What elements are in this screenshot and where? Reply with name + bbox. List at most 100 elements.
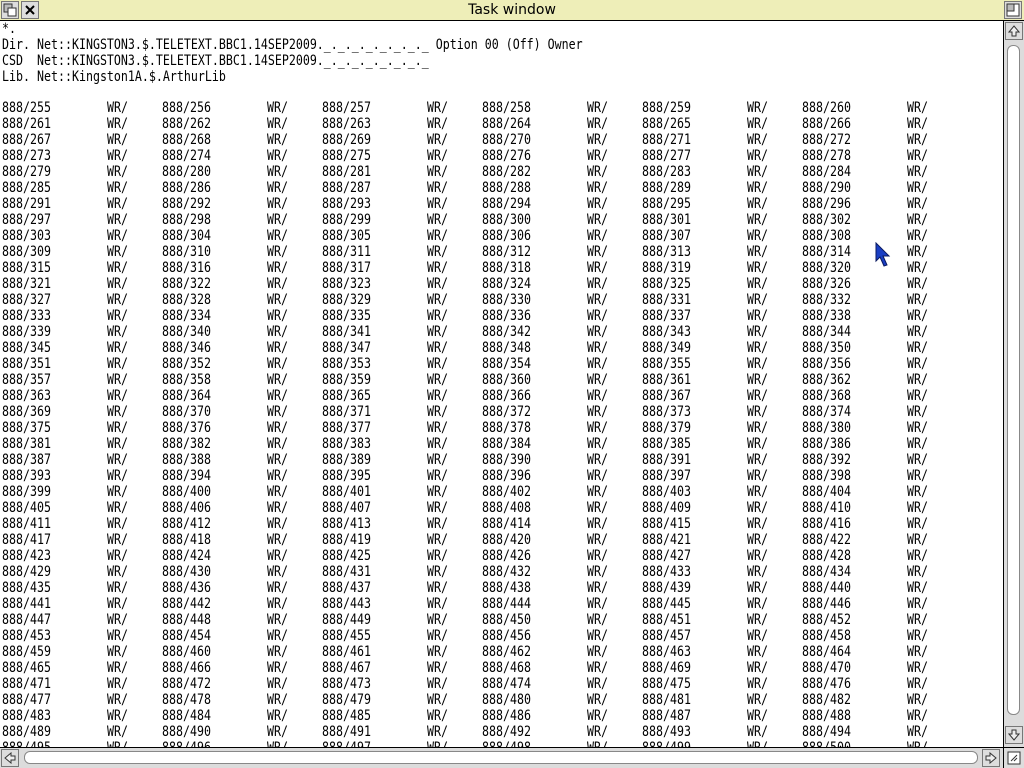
- file-access: WR/: [907, 692, 928, 708]
- file-access: WR/: [427, 180, 448, 196]
- file-access: WR/: [907, 484, 928, 500]
- file-name: 888/419: [322, 532, 371, 548]
- vertical-scrollbar[interactable]: [1003, 21, 1024, 747]
- file-access: WR/: [107, 564, 128, 580]
- file-name: 888/491: [322, 724, 371, 740]
- file-access: WR/: [267, 516, 288, 532]
- file-name: 888/443: [322, 596, 371, 612]
- file-access: WR/: [107, 356, 128, 372]
- file-name: 888/368: [802, 388, 851, 404]
- file-access: WR/: [587, 500, 608, 516]
- file-access: WR/: [747, 308, 768, 324]
- file-name: 888/263: [322, 116, 371, 132]
- command-prompt: *.: [2, 21, 16, 37]
- file-access: WR/: [747, 324, 768, 340]
- file-access: WR/: [907, 516, 928, 532]
- file-access: WR/: [587, 628, 608, 644]
- file-name: 888/287: [322, 180, 371, 196]
- file-access: WR/: [907, 212, 928, 228]
- file-access: WR/: [907, 404, 928, 420]
- file-name: 888/258: [482, 100, 531, 116]
- file-access: WR/: [747, 548, 768, 564]
- file-name: 888/307: [642, 228, 691, 244]
- back-icon[interactable]: [1, 1, 19, 19]
- file-access: WR/: [907, 276, 928, 292]
- horizontal-scrollbar[interactable]: [0, 747, 1003, 768]
- file-name: 888/410: [802, 500, 851, 516]
- file-access: WR/: [267, 676, 288, 692]
- file-access: WR/: [747, 372, 768, 388]
- file-name: 888/398: [802, 468, 851, 484]
- file-access: WR/: [267, 228, 288, 244]
- arrow-down-icon[interactable]: [1005, 726, 1023, 744]
- file-name: 888/277: [642, 148, 691, 164]
- arrow-right-icon[interactable]: [982, 749, 1000, 767]
- file-access: WR/: [107, 212, 128, 228]
- file-name: 888/363: [2, 388, 51, 404]
- file-access: WR/: [587, 740, 608, 747]
- file-access: WR/: [907, 100, 928, 116]
- file-access: WR/: [587, 564, 608, 580]
- task-window-content[interactable]: *. Dir. Net::KINGSTON3.$.TELETEXT.BBC1.1…: [0, 21, 1003, 747]
- file-access: WR/: [747, 116, 768, 132]
- file-access: WR/: [267, 196, 288, 212]
- file-name: 888/431: [322, 564, 371, 580]
- adjust-size-icon[interactable]: [1003, 747, 1024, 768]
- file-access: WR/: [107, 388, 128, 404]
- file-name: 888/271: [642, 132, 691, 148]
- file-access: WR/: [907, 708, 928, 724]
- file-name: 888/312: [482, 244, 531, 260]
- arrow-up-icon[interactable]: [1005, 22, 1023, 40]
- horizontal-scroll-thumb[interactable]: [24, 751, 978, 764]
- file-access: WR/: [747, 468, 768, 484]
- file-name: 888/283: [642, 164, 691, 180]
- table-row: 888/435 WR/888/436 WR/888/437 WR/888/438 WR/…: [0, 580, 1003, 596]
- file-access: WR/: [107, 724, 128, 740]
- title-bar[interactable]: Task window: [0, 0, 1024, 21]
- file-name: 888/334: [162, 308, 211, 324]
- toggle-size-icon[interactable]: [1004, 1, 1022, 19]
- file-access: WR/: [427, 260, 448, 276]
- arrow-left-icon[interactable]: [1, 749, 19, 767]
- file-access: WR/: [747, 148, 768, 164]
- file-access: WR/: [107, 420, 128, 436]
- file-access: WR/: [747, 100, 768, 116]
- file-access: WR/: [107, 324, 128, 340]
- table-row: 888/297 WR/888/298 WR/888/299 WR/888/300 WR/…: [0, 212, 1003, 228]
- close-icon[interactable]: [21, 1, 39, 19]
- file-access: WR/: [587, 596, 608, 612]
- file-access: WR/: [587, 100, 608, 116]
- file-access: WR/: [587, 228, 608, 244]
- file-access: WR/: [907, 596, 928, 612]
- file-name: 888/360: [482, 372, 531, 388]
- file-access: WR/: [747, 388, 768, 404]
- file-access: WR/: [267, 164, 288, 180]
- file-access: WR/: [747, 740, 768, 747]
- file-name: 888/309: [2, 244, 51, 260]
- file-name: 888/289: [642, 180, 691, 196]
- file-access: WR/: [427, 468, 448, 484]
- file-name: 888/399: [2, 484, 51, 500]
- vertical-scroll-thumb[interactable]: [1007, 45, 1020, 715]
- file-name: 888/449: [322, 612, 371, 628]
- file-name: 888/305: [322, 228, 371, 244]
- file-access: WR/: [267, 356, 288, 372]
- file-access: WR/: [107, 148, 128, 164]
- file-access: WR/: [747, 276, 768, 292]
- file-access: WR/: [267, 340, 288, 356]
- file-access: WR/: [107, 132, 128, 148]
- file-name: 888/402: [482, 484, 531, 500]
- file-name: 888/490: [162, 724, 211, 740]
- file-access: WR/: [907, 420, 928, 436]
- file-access: WR/: [267, 132, 288, 148]
- file-access: WR/: [747, 228, 768, 244]
- file-name: 888/420: [482, 532, 531, 548]
- table-row: 888/399 WR/888/400 WR/888/401 WR/888/402 WR/…: [0, 484, 1003, 500]
- file-name: 888/320: [802, 260, 851, 276]
- file-name: 888/469: [642, 660, 691, 676]
- lib-line: Lib. Net::Kingston1A.$.ArthurLib: [2, 69, 226, 85]
- file-name: 888/357: [2, 372, 51, 388]
- file-access: WR/: [587, 196, 608, 212]
- file-access: WR/: [747, 340, 768, 356]
- file-name: 888/315: [2, 260, 51, 276]
